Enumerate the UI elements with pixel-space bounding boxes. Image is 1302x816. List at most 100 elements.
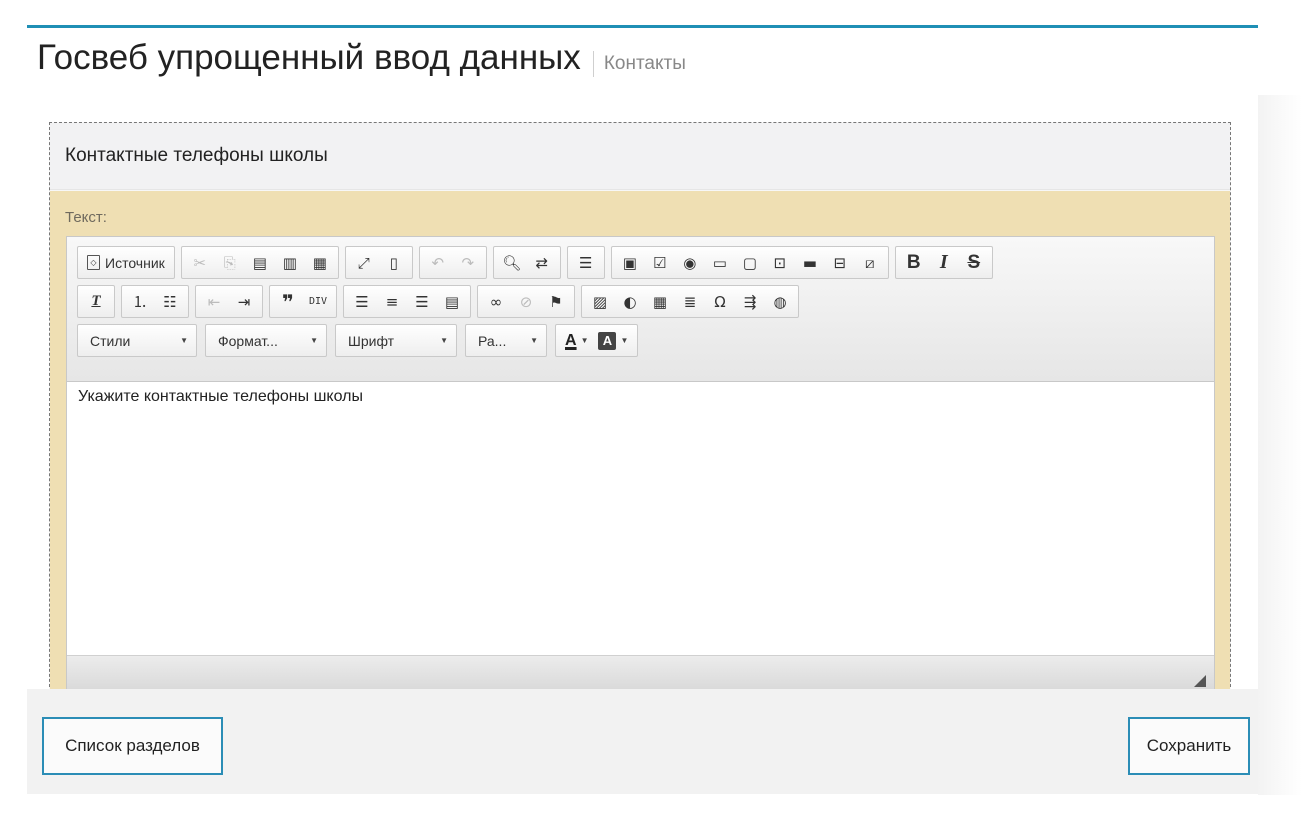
hidden-field-icon[interactable]: ⧄ (855, 248, 885, 277)
undo-icon[interactable]: ↶ (423, 248, 453, 277)
form-icon[interactable]: ▣ (615, 248, 645, 277)
source-label: Источник (105, 254, 165, 271)
bulleted-list-icon[interactable]: ☷ (155, 287, 185, 316)
toolbar-group-links: ∞ ⊘ ⚑ (477, 285, 575, 318)
bg-color-icon: A (598, 331, 617, 350)
chevron-down-icon: ▼ (580, 336, 589, 345)
maximize-icon[interactable]: ⤢ (349, 248, 379, 277)
format-dropdown[interactable]: Формат... ▼ (205, 324, 327, 357)
indent-icon[interactable]: ⇥ (229, 287, 259, 316)
paste-word-icon[interactable]: ▦ (305, 248, 335, 277)
page-header: Госвеб упрощенный ввод данных Контакты (37, 38, 686, 78)
right-edge-shade (1258, 95, 1302, 795)
source-button[interactable]: ◇ Источник (81, 248, 171, 277)
section-header: Контактные телефоны школы (50, 123, 1230, 190)
textarea-icon[interactable]: ▢ (735, 248, 765, 277)
bold-button[interactable]: B (899, 248, 929, 277)
iframe-globe-icon[interactable]: ◍ (765, 287, 795, 316)
align-center-icon[interactable]: ≡ (377, 287, 407, 316)
resize-handle-icon[interactable] (1194, 675, 1206, 687)
copy-icon[interactable]: ⎘ (215, 248, 245, 277)
radio-icon[interactable]: ◉ (675, 248, 705, 277)
page-break-icon[interactable]: ⇶ (735, 287, 765, 316)
page-title: Госвеб упрощенный ввод данных (37, 38, 581, 77)
field-label: Текст: (65, 209, 107, 226)
image-button-icon[interactable]: ⊟ (825, 248, 855, 277)
page-subtitle: Контакты (603, 53, 686, 74)
paste-icon[interactable]: ▤ (245, 248, 275, 277)
blockquote-icon[interactable]: ❞ (273, 287, 303, 316)
numbered-list-icon[interactable]: ⒈ (125, 287, 155, 316)
toolbar-group-forms: ▣ ☑ ◉ ▭ ▢ ⊡ ▬ ⊟ ⧄ (610, 246, 889, 279)
toolbar-group-clipboard: ✂ ⎘ ▤ ▥ ▦ (180, 246, 339, 279)
replace-icon[interactable]: ⇄ (527, 248, 557, 277)
italic-button[interactable]: I (929, 248, 959, 277)
flash-icon[interactable]: ◐ (615, 287, 645, 316)
toolbar-group-basicstyles: B I S (894, 246, 993, 279)
text-color-button[interactable]: A ▼ (560, 326, 593, 355)
chevron-down-icon: ▼ (530, 336, 538, 345)
paste-text-icon[interactable]: ▥ (275, 248, 305, 277)
template-icon[interactable]: ☰ (571, 248, 601, 277)
unlink-icon[interactable]: ⊘ (511, 287, 541, 316)
button-icon[interactable]: ▬ (795, 248, 825, 277)
show-blocks-icon[interactable]: ▯ (379, 248, 409, 277)
bg-color-button[interactable]: A ▼ (593, 326, 633, 355)
size-label: Ра... (478, 332, 507, 349)
editor-status-bar (67, 655, 1214, 691)
chevron-down-icon: ▼ (310, 336, 318, 345)
styles-label: Стили (90, 332, 131, 349)
source-icon: ◇ (87, 255, 100, 270)
size-dropdown[interactable]: Ра... ▼ (465, 324, 547, 357)
toolbar-row-1: ◇ Источник ✂ ⎘ ▤ ▥ ▦ ⤢ ▯ ↶ ↷ 🔍︎ ⇄ ☰ ▣ ☑ … (77, 245, 1214, 280)
outdent-icon[interactable]: ⇤ (199, 287, 229, 316)
editor-content-area[interactable]: Укажите контактные телефоны школы (67, 382, 1214, 653)
editor-toolbar: ◇ Источник ✂ ⎘ ▤ ▥ ▦ ⤢ ▯ ↶ ↷ 🔍︎ ⇄ ☰ ▣ ☑ … (67, 237, 1214, 382)
align-right-icon[interactable]: ☰ (407, 287, 437, 316)
font-label: Шрифт (348, 332, 395, 349)
table-icon[interactable]: ▦ (645, 287, 675, 316)
create-div-icon[interactable]: DIV (303, 287, 333, 316)
textfield-icon[interactable]: ▭ (705, 248, 735, 277)
anchor-flag-icon[interactable]: ⚑ (541, 287, 571, 316)
remove-format-icon[interactable]: T (81, 287, 111, 316)
horizontal-rule-icon[interactable]: ≣ (675, 287, 705, 316)
align-left-icon[interactable]: ☰ (347, 287, 377, 316)
text-color-icon: A (565, 331, 577, 349)
toolbar-row-2: T ⒈ ☷ ⇤ ⇥ ❞ DIV ☰ ≡ ☰ ▤ ∞ ⊘ ⚑ ▨ ◐ ▦ ≣ Ω … (77, 284, 1214, 319)
top-accent-rule (27, 25, 1258, 28)
chevron-down-icon: ▼ (620, 336, 629, 345)
align-justify-icon[interactable]: ▤ (437, 287, 467, 316)
checkbox-icon[interactable]: ☑ (645, 248, 675, 277)
toolbar-group-lists: ⒈ ☷ (121, 285, 189, 318)
title-divider (592, 51, 594, 77)
toolbar-group-view: ⤢ ▯ (344, 246, 413, 279)
toolbar-group-templates: ☰ (566, 246, 605, 279)
toolbar-group-align: ☰ ≡ ☰ ▤ (343, 285, 471, 318)
font-dropdown[interactable]: Шрифт ▼ (335, 324, 457, 357)
cut-icon[interactable]: ✂ (185, 248, 215, 277)
link-icon[interactable]: ∞ (481, 287, 511, 316)
find-icon[interactable]: 🔍︎ (497, 248, 527, 277)
select-icon[interactable]: ⊡ (765, 248, 795, 277)
toolbar-group-colors: A ▼ A ▼ (555, 324, 639, 357)
special-char-icon[interactable]: Ω (705, 287, 735, 316)
toolbar-group-cleanup: T (77, 285, 115, 318)
format-label: Формат... (218, 332, 278, 349)
toolbar-group-document: ◇ Источник (77, 246, 175, 279)
strike-button[interactable]: S (959, 248, 989, 277)
toolbar-group-indent: ⇤ ⇥ (195, 285, 263, 318)
redo-icon[interactable]: ↷ (453, 248, 483, 277)
chevron-down-icon: ▼ (180, 336, 188, 345)
chevron-down-icon: ▼ (440, 336, 448, 345)
styles-dropdown[interactable]: Стили ▼ (77, 324, 197, 357)
save-button[interactable]: Сохранить (1128, 717, 1250, 775)
toolbar-group-history: ↶ ↷ (418, 246, 487, 279)
toolbar-group-blocks: ❞ DIV (269, 285, 337, 318)
toolbar-group-search: 🔍︎ ⇄ (492, 246, 561, 279)
section-list-button[interactable]: Список разделов (42, 717, 223, 775)
toolbar-row-3: Стили ▼ Формат... ▼ Шрифт ▼ Ра... ▼ A ▼ (77, 323, 1214, 358)
rich-text-editor: ◇ Источник ✂ ⎘ ▤ ▥ ▦ ⤢ ▯ ↶ ↷ 🔍︎ ⇄ ☰ ▣ ☑ … (66, 236, 1215, 692)
editor-text: Укажите контактные телефоны школы (78, 388, 363, 405)
image-icon[interactable]: ▨ (585, 287, 615, 316)
